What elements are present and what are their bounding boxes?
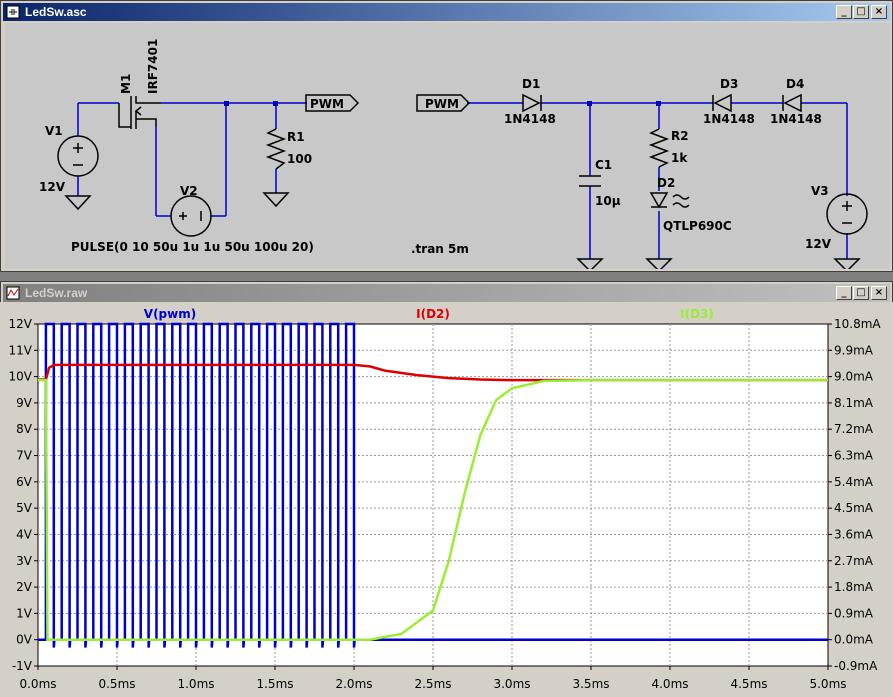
d1-value: 1N4148 bbox=[504, 112, 556, 126]
m1-label: M1 bbox=[119, 74, 133, 94]
minimize-button[interactable]: _ bbox=[836, 286, 852, 300]
y-left-tick-label: 1V bbox=[16, 606, 33, 620]
v3-label: V3 bbox=[811, 184, 829, 198]
r1-label: R1 bbox=[287, 130, 305, 144]
y-right-tick-label: 8.1mA bbox=[834, 396, 874, 410]
y-left-tick-label: 12V bbox=[9, 317, 33, 331]
v1-value: 12V bbox=[39, 180, 66, 194]
v3-value: 12V bbox=[805, 237, 832, 251]
y-right-tick-label: 0.0mA bbox=[834, 633, 874, 647]
x-tick-label: 2.0ms bbox=[335, 677, 372, 691]
y-right-tick-label: 9.9mA bbox=[834, 343, 874, 357]
y-left-tick-label: 3V bbox=[16, 554, 33, 568]
waveform-file-icon bbox=[6, 286, 20, 300]
tran-directive[interactable]: .tran 5m bbox=[411, 242, 469, 256]
x-tick-label: 4.0ms bbox=[651, 677, 688, 691]
v2-pulse-spec[interactable]: PULSE(0 10 50u 1u 1u 50u 100u 20) bbox=[71, 240, 314, 254]
minimize-button[interactable]: _ bbox=[836, 5, 852, 19]
close-button[interactable]: × bbox=[871, 286, 887, 300]
y-right-tick-label: 6.3mA bbox=[834, 449, 874, 463]
y-left-tick-label: 10V bbox=[9, 370, 33, 384]
d2-label: D2 bbox=[657, 176, 675, 190]
r1-value: 100 bbox=[287, 152, 312, 166]
x-tick-label: 1.5ms bbox=[256, 677, 293, 691]
y-right-tick-label: 1.8mA bbox=[834, 580, 874, 594]
y-left-tick-label: 4V bbox=[16, 527, 33, 541]
d1-label: D1 bbox=[522, 77, 540, 91]
y-right-tick-label: 10.8mA bbox=[834, 317, 881, 331]
m1-value: IRF7401 bbox=[146, 39, 160, 94]
y-left-tick-label: 6V bbox=[16, 475, 33, 489]
x-tick-label: 1.0ms bbox=[177, 677, 214, 691]
x-tick-label: 0.0ms bbox=[19, 677, 56, 691]
r2-label: R2 bbox=[671, 129, 689, 143]
y-left-tick-label: -1V bbox=[12, 659, 33, 673]
x-tick-label: 4.5ms bbox=[730, 677, 767, 691]
schematic-window: LedSw.asc _ □ × V1 12V M1 IRF7401 R1 100… bbox=[0, 0, 893, 272]
d2-value: QTLP690C bbox=[663, 219, 732, 233]
pwm-input-label: PWM bbox=[425, 97, 459, 111]
y-right-tick-label: 0.9mA bbox=[834, 606, 874, 620]
x-tick-label: 0.5ms bbox=[98, 677, 135, 691]
y-left-tick-label: 8V bbox=[16, 422, 33, 436]
legend-i-d3[interactable]: I(D3) bbox=[680, 307, 714, 321]
y-right-tick-label: 2.7mA bbox=[834, 554, 874, 568]
r2-value: 1k bbox=[671, 151, 688, 165]
v1-label: V1 bbox=[45, 124, 63, 138]
y-right-tick-label: 3.6mA bbox=[834, 527, 874, 541]
c1-label: C1 bbox=[595, 158, 612, 172]
schematic-file-icon bbox=[6, 5, 20, 19]
d3-label: D3 bbox=[720, 77, 738, 91]
d3-value: 1N4148 bbox=[703, 112, 755, 126]
y-right-tick-label: 9.0mA bbox=[834, 370, 874, 384]
y-left-tick-label: 11V bbox=[9, 343, 33, 357]
schematic-title: LedSw.asc bbox=[25, 5, 87, 19]
pwm-output-label: PWM bbox=[310, 97, 344, 111]
waveform-titlebar[interactable]: LedSw.raw _ □ × bbox=[3, 284, 890, 302]
maximize-button[interactable]: □ bbox=[853, 5, 869, 19]
close-button[interactable]: × bbox=[871, 5, 887, 19]
y-left-tick-label: 0V bbox=[16, 633, 33, 647]
waveform-title: LedSw.raw bbox=[25, 286, 88, 300]
x-tick-label: 3.5ms bbox=[572, 677, 609, 691]
y-left-tick-label: 5V bbox=[16, 501, 33, 515]
legend-v-pwm[interactable]: V(pwm) bbox=[144, 307, 196, 321]
d4-value: 1N4148 bbox=[770, 112, 822, 126]
y-left-tick-label: 7V bbox=[16, 449, 33, 463]
y-right-tick-label: 5.4mA bbox=[834, 475, 874, 489]
d4-label: D4 bbox=[786, 77, 804, 91]
y-left-tick-label: 9V bbox=[16, 396, 33, 410]
legend-i-d2[interactable]: I(D2) bbox=[416, 307, 450, 321]
schematic-canvas[interactable]: V1 12V M1 IRF7401 R1 100 V2 PULSE(0 10 5… bbox=[5, 23, 890, 269]
schematic-titlebar[interactable]: LedSw.asc _ □ × bbox=[3, 3, 890, 21]
y-right-tick-label: 4.5mA bbox=[834, 501, 874, 515]
v2-label: V2 bbox=[180, 184, 198, 198]
y-right-tick-label: -0.9mA bbox=[834, 659, 878, 673]
y-left-tick-label: 2V bbox=[16, 580, 33, 594]
x-tick-label: 5.0ms bbox=[809, 677, 846, 691]
maximize-button[interactable]: □ bbox=[853, 286, 869, 300]
x-tick-label: 3.0ms bbox=[493, 677, 530, 691]
y-right-tick-label: 7.2mA bbox=[834, 422, 874, 436]
x-tick-label: 2.5ms bbox=[414, 677, 451, 691]
c1-value: 10µ bbox=[595, 194, 621, 208]
waveform-plot[interactable]: 0.0ms 0.5ms 1.0ms 1.5ms 2.0ms 2.5ms 3.0ms 3.5ms… bbox=[0, 302, 893, 697]
